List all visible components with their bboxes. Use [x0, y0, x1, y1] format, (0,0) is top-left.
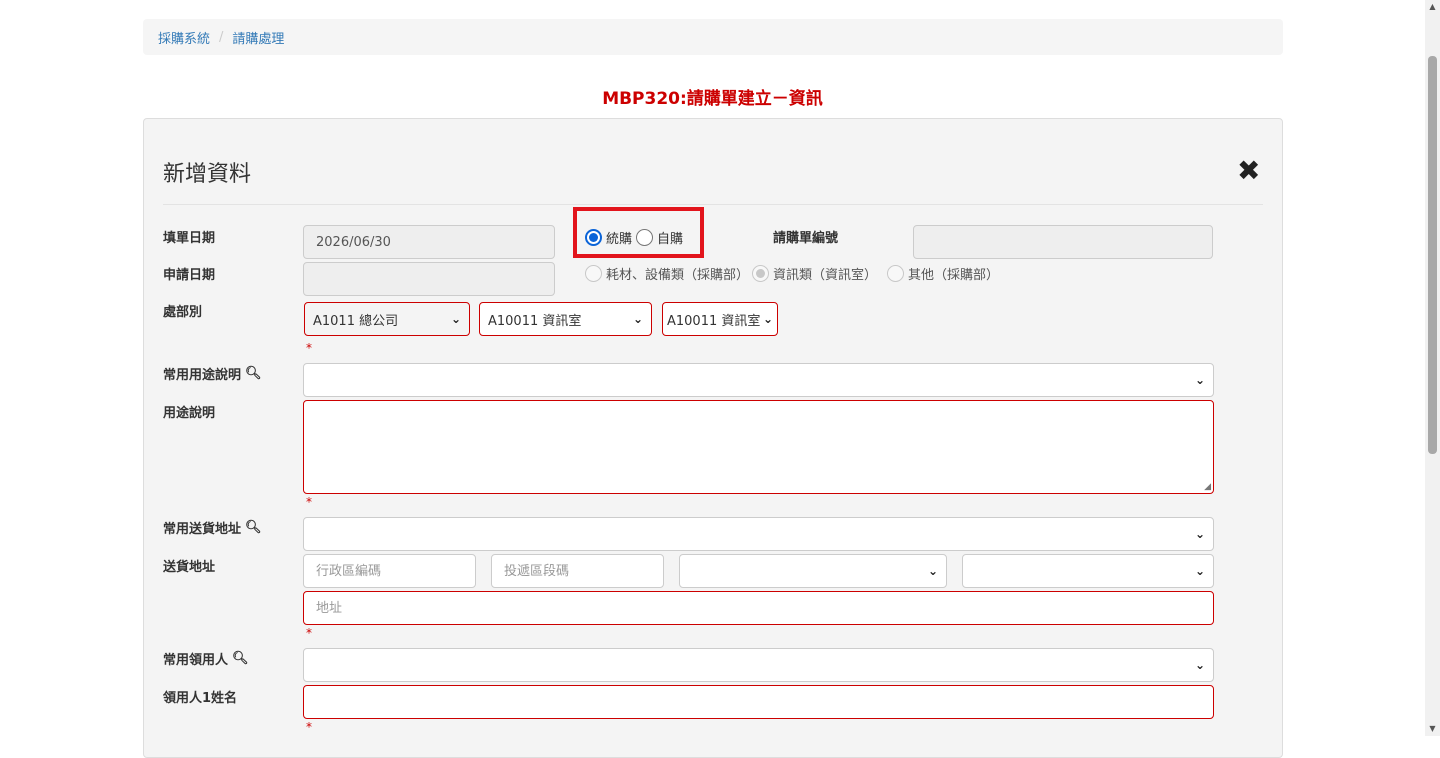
radio-category-other[interactable]: [887, 265, 905, 282]
purpose-label: 用途說明: [163, 406, 216, 421]
dept-label: 處部別: [163, 305, 203, 320]
radio-category-it-label: 資訊類（資訊室）: [773, 268, 878, 283]
receiver1-label: 領用人1姓名: [163, 691, 238, 706]
search-icon[interactable]: 🔍︎: [232, 651, 249, 666]
dept-select-division[interactable]: A10011 資訊室 ⌄: [479, 302, 652, 336]
required-mark: *: [306, 495, 312, 509]
common-receiver-label: 常用領用人 🔍︎: [163, 649, 249, 668]
district-code-field[interactable]: [303, 554, 476, 588]
close-icon[interactable]: ✖: [1237, 154, 1260, 188]
common-address-label: 常用送貨地址 🔍︎: [163, 518, 262, 537]
dept-select-unit-value: A10011 資訊室: [667, 313, 761, 329]
required-mark: *: [306, 341, 312, 355]
request-no-label: 請購單編號: [773, 231, 839, 246]
breadcrumb-separator: /: [219, 29, 224, 45]
radio-category-consumables[interactable]: [585, 265, 602, 282]
chevron-down-icon: ⌄: [632, 312, 643, 326]
fill-date-label: 填單日期: [163, 231, 216, 246]
apply-date-field[interactable]: [303, 262, 555, 296]
search-icon[interactable]: 🔍︎: [245, 366, 262, 381]
scroll-thumb[interactable]: [1428, 56, 1437, 454]
postal-code-field[interactable]: [491, 554, 664, 588]
highlight-box: [573, 207, 704, 258]
city-select[interactable]: ⌄: [679, 554, 947, 588]
common-purpose-select[interactable]: ⌄: [303, 363, 1214, 397]
page-title: MBP320:請購單建立－資訊: [602, 89, 823, 109]
dept-select-unit[interactable]: A10011 資訊室 ⌄: [662, 302, 778, 336]
dept-select-division-value: A10011 資訊室: [488, 313, 582, 329]
district-select[interactable]: ⌄: [962, 554, 1214, 588]
scrollbar[interactable]: ▲ ▼: [1425, 0, 1440, 736]
required-mark: *: [306, 720, 312, 734]
address-field[interactable]: [303, 591, 1214, 625]
common-address-label-text: 常用送貨地址: [163, 522, 242, 537]
apply-date-label: 申請日期: [163, 268, 216, 283]
chevron-down-icon: ⌄: [450, 312, 461, 326]
chevron-down-icon: ⌄: [1194, 527, 1205, 541]
request-no-field[interactable]: [913, 225, 1213, 259]
address-label: 送貨地址: [163, 560, 216, 575]
chevron-down-icon: ⌄: [927, 564, 938, 578]
breadcrumb-link-root[interactable]: 採購系統: [158, 28, 210, 47]
chevron-down-icon: ⌄: [1194, 373, 1205, 387]
chevron-down-icon: ⌄: [762, 312, 773, 326]
category-group: 耗材、設備類（採購部） 資訊類（資訊室） 其他（採購部）: [585, 264, 999, 283]
common-purpose-label: 常用用途說明 🔍︎: [163, 364, 262, 383]
resize-grip-icon[interactable]: ◢: [1204, 482, 1211, 492]
dept-select-company-value: A1011 總公司: [313, 313, 399, 329]
common-receiver-label-text: 常用領用人: [163, 653, 229, 668]
common-address-select[interactable]: ⌄: [303, 517, 1214, 551]
scroll-up-icon[interactable]: ▲: [1425, 0, 1440, 14]
search-icon[interactable]: 🔍︎: [245, 520, 262, 535]
fill-date-field[interactable]: [303, 225, 555, 259]
radio-category-other-label: 其他（採購部）: [908, 268, 1000, 283]
breadcrumb-link-current[interactable]: 請購處理: [232, 28, 284, 47]
scroll-down-icon[interactable]: ▼: [1425, 722, 1440, 736]
dept-select-company[interactable]: A1011 總公司 ⌄: [304, 302, 470, 336]
common-receiver-select[interactable]: ⌄: [303, 648, 1214, 682]
chevron-down-icon: ⌄: [1194, 658, 1205, 672]
radio-category-consumables-label: 耗材、設備類（採購部）: [606, 268, 750, 283]
required-mark: *: [306, 626, 312, 640]
breadcrumb: 採購系統 / 請購處理: [143, 19, 1283, 55]
purpose-textarea[interactable]: ◢: [303, 400, 1214, 494]
divider: [163, 204, 1263, 205]
chevron-down-icon: ⌄: [1194, 564, 1205, 578]
common-purpose-label-text: 常用用途說明: [163, 368, 242, 383]
panel-title: 新增資料: [163, 162, 252, 187]
receiver1-name-field[interactable]: [303, 685, 1214, 719]
radio-category-it[interactable]: [752, 265, 770, 282]
